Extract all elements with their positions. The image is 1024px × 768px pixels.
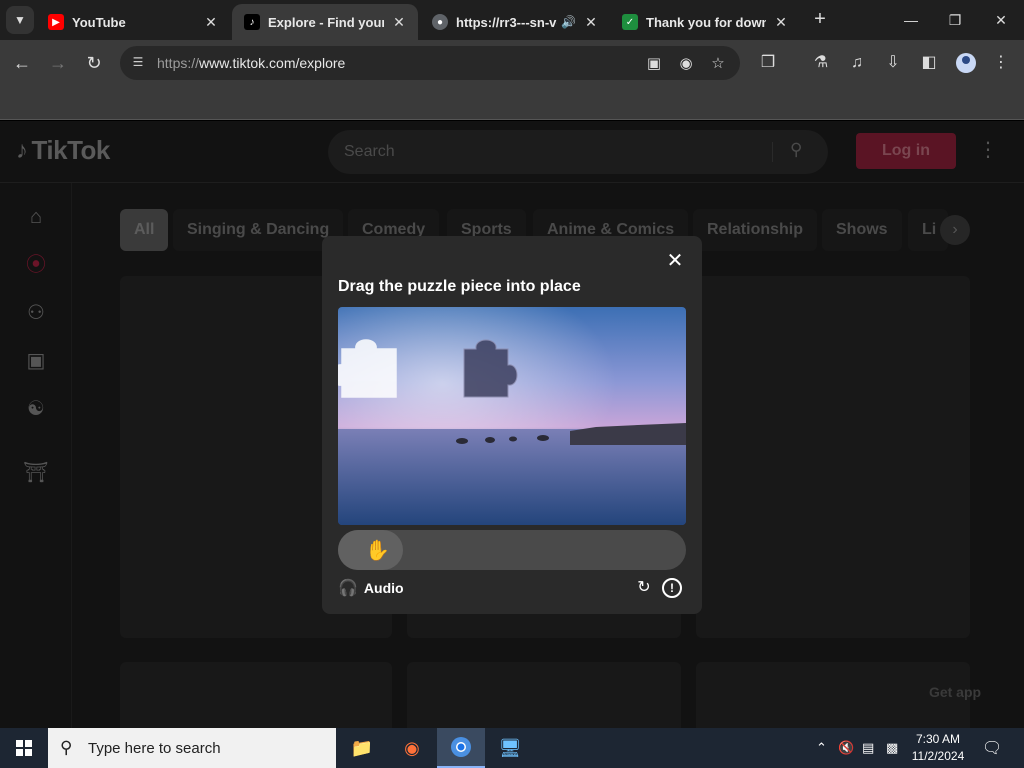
volume-muted-icon[interactable]: 🔇 (838, 740, 854, 756)
firefox-icon[interactable]: ◉ (388, 728, 436, 768)
tiktok-sidebar: ⌂ ⦿ ⚇ ▣ ☯ ⛩ (0, 183, 72, 728)
back-icon[interactable]: ← (9, 50, 35, 76)
tray-chevron-up-icon[interactable]: ⌃ (816, 740, 827, 756)
puzzle-image (338, 307, 686, 525)
file-explorer-icon[interactable]: 📁 (338, 728, 386, 768)
extensions-icon[interactable]: ❒ (757, 52, 779, 74)
search-placeholder: Search (344, 143, 395, 160)
close-icon[interactable]: ✕ (772, 13, 790, 31)
labs-flask-icon[interactable]: ⚗ (810, 52, 832, 74)
restore-icon[interactable]: ❐ (940, 8, 970, 32)
system-clock[interactable]: 7:30 AM 11/2/2024 (906, 731, 970, 765)
headphones-icon: 🎧 (338, 580, 358, 597)
downloads-icon[interactable]: ⇩ (882, 52, 904, 74)
windows-logo-icon (16, 740, 32, 756)
close-icon[interactable]: ✕ (390, 13, 408, 31)
taskbar-search-box[interactable]: ⚲ Type here to search (48, 728, 336, 768)
explore-compass-icon[interactable]: ⦿ (22, 251, 50, 279)
tiktok-search-input[interactable]: Search ⚲ (328, 130, 828, 174)
live-video-icon[interactable]: ▣ (22, 347, 50, 375)
puzzle-scene (338, 307, 686, 525)
browser-info-bar (0, 86, 1024, 120)
tiktok-logo[interactable]: ♪ TikTok (16, 135, 110, 166)
tab-title: Explore - Find your fa (268, 14, 384, 30)
clock-time: 7:30 AM (915, 732, 961, 746)
clock-date: 11/2/2024 (911, 749, 965, 763)
media-controls-icon[interactable]: ♫ (846, 52, 868, 74)
display-icon[interactable]: ▩ (886, 740, 898, 756)
windows-start-button[interactable] (0, 728, 48, 768)
chip-singing-dancing[interactable]: Singing & Dancing (173, 209, 344, 251)
hand-cursor-icon: ✋ (365, 540, 390, 562)
new-tab-icon[interactable]: + (808, 8, 832, 32)
close-icon[interactable]: ✕ (202, 13, 220, 31)
close-icon[interactable]: ✕ (582, 13, 600, 31)
tracking-eye-off-icon[interactable]: ◉ (676, 54, 696, 74)
refresh-icon[interactable]: ↻ (634, 578, 654, 598)
windows-taskbar: ⚲ Type here to search 📁 ◉ 🖥 ⌃ 🔇 ▤ ▩ 7:30… (0, 728, 1024, 768)
browser-tab-bar: ▼ ▶ YouTube ✕ ♪ Explore - Find your fa ✕… (0, 0, 1024, 40)
chrome-logo (451, 737, 471, 757)
following-users-icon[interactable]: ⚇ (22, 299, 50, 327)
info-icon[interactable]: ! (662, 578, 682, 598)
audio-label: Audio (363, 580, 404, 596)
url-text[interactable]: https://www.tiktok.com/explore (157, 55, 345, 71)
chrome-icon[interactable] (437, 728, 485, 768)
tiktok-logo-text: TikTok (31, 135, 111, 165)
notifications-icon[interactable]: 🗨 (982, 738, 1002, 758)
browser-menu-icon[interactable]: ⋮ (990, 52, 1012, 74)
tab-download-thanks[interactable]: ✓ Thank you for downlo ✕ (610, 4, 800, 40)
video-card[interactable] (696, 276, 970, 638)
tiktok-logo-icon: ♪ (16, 136, 28, 164)
chip-all[interactable]: All (120, 209, 169, 251)
address-bar[interactable]: ☰ https://www.tiktok.com/explore ▣ ◉ ☆ (120, 46, 740, 80)
network-icon[interactable]: ▤ (862, 740, 874, 756)
tiktok-header: ♪ TikTok Search ⚲ Log in ⋮ (0, 121, 1024, 183)
download-site-icon: ✓ (622, 14, 638, 30)
tab-title: https://rr3---sn-vg (456, 14, 558, 30)
chevron-right-icon[interactable]: › (940, 215, 970, 245)
profile-icon[interactable]: ☯ (22, 395, 50, 423)
install-app-icon[interactable]: ▣ (644, 54, 664, 74)
taskbar-search-placeholder: Type here to search (88, 740, 221, 757)
site-settings-icon[interactable]: ☰ (130, 55, 146, 71)
globe-icon: ● (432, 14, 448, 30)
login-button[interactable]: Log in (856, 133, 956, 169)
search-divider (772, 142, 773, 162)
captcha-title: Drag the puzzle piece into place (338, 278, 581, 295)
reload-icon[interactable]: ↻ (81, 50, 107, 76)
tab-tiktok-explore[interactable]: ♪ Explore - Find your fa ✕ (232, 4, 418, 40)
desktop-app-icon[interactable]: 🖥 (486, 728, 534, 768)
get-app-button[interactable]: Get app (912, 677, 998, 707)
tab-search-icon[interactable]: ▼ (6, 6, 34, 34)
video-card[interactable] (120, 662, 392, 728)
minimize-icon[interactable]: — (896, 8, 926, 32)
speaker-icon[interactable]: 🔊 (561, 15, 576, 29)
tab-title: Thank you for downlo (646, 14, 766, 30)
more-building-icon[interactable]: ⛩ (22, 459, 50, 487)
side-panel-icon[interactable]: ◧ (918, 52, 940, 74)
audio-button[interactable]: 🎧 Audio (338, 578, 404, 598)
close-icon[interactable]: ✕ (664, 250, 686, 272)
more-options-icon[interactable]: ⋮ (978, 137, 998, 162)
tab-title: YouTube (72, 14, 126, 30)
window-close-icon[interactable]: ✕ (986, 8, 1016, 32)
captcha-modal: ✕ Drag the puzzle piece into place ✋ 🎧 A… (322, 236, 702, 614)
home-icon[interactable]: ⌂ (22, 203, 50, 231)
forward-icon[interactable]: → (45, 50, 71, 76)
video-card[interactable] (407, 662, 681, 728)
bookmark-star-icon[interactable]: ☆ (708, 54, 728, 74)
search-icon[interactable]: ⚲ (790, 140, 802, 160)
youtube-icon: ▶ (48, 14, 64, 30)
profile-avatar[interactable] (956, 53, 976, 73)
browser-toolbar: ← → ↻ ☰ https://www.tiktok.com/explore ▣… (0, 40, 1024, 86)
tab-video-stream[interactable]: ● https://rr3---sn-vg 🔊 ✕ (420, 4, 610, 40)
search-icon: ⚲ (60, 738, 73, 757)
chip-relationship[interactable]: Relationship (693, 209, 818, 251)
tiktok-icon: ♪ (244, 14, 260, 30)
chip-shows[interactable]: Shows (822, 209, 902, 251)
captcha-slider-track[interactable]: ✋ (338, 530, 686, 570)
tab-youtube[interactable]: ▶ YouTube ✕ (36, 4, 230, 40)
